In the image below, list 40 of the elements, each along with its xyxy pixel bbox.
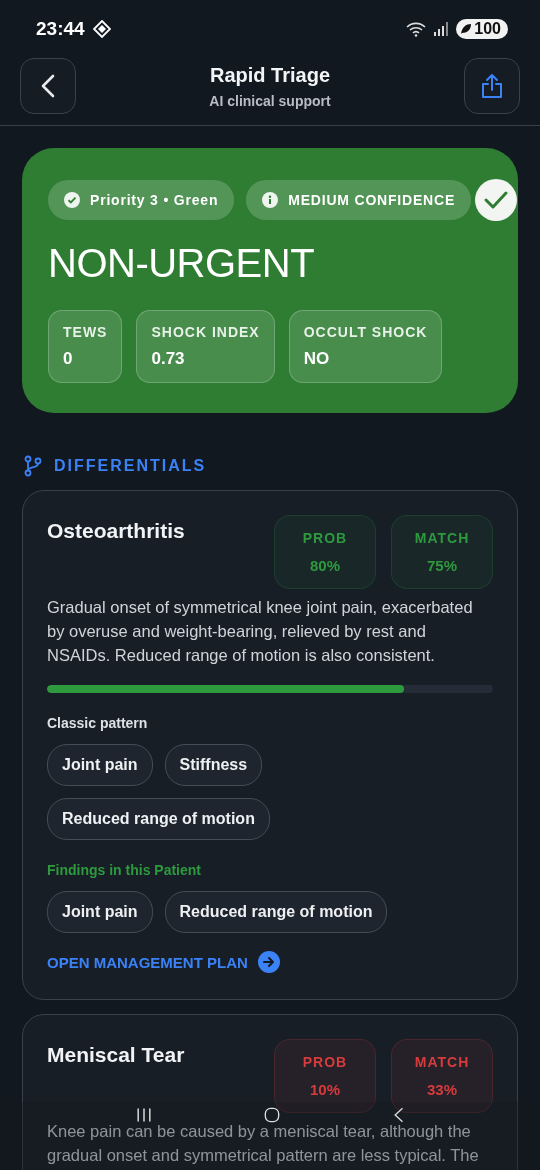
recent-apps-icon[interactable] — [136, 1107, 153, 1123]
status-time: 23:44 — [36, 18, 85, 40]
symptom-chip: Joint pain — [47, 744, 153, 786]
finding-chip: Joint pain — [47, 891, 153, 933]
metric-tile: OCCULT SHOCK NO — [288, 310, 443, 383]
back-icon[interactable] — [392, 1107, 404, 1123]
finding-chip: Reduced range of motion — [164, 891, 388, 933]
battery-indicator: 100 — [456, 19, 508, 39]
metric-tile: SHOCK INDEX 0.73 — [136, 310, 275, 383]
metric-tile: TEWS 0 — [48, 310, 123, 383]
info-icon — [262, 192, 279, 208]
confidence-badge: MEDIUM CONFIDENCE — [246, 180, 472, 220]
section-heading: DIFFERENTIALS — [54, 457, 207, 475]
section-label: Findings in this Patient — [47, 862, 202, 878]
diagnosis-name: Meniscal Tear — [47, 1043, 185, 1067]
home-icon[interactable] — [264, 1107, 281, 1123]
check-circle-icon — [64, 192, 80, 208]
branch-icon — [24, 455, 42, 477]
page-title: Rapid Triage — [209, 64, 330, 87]
probability-stat: PROB 80% — [274, 515, 376, 589]
description: Knee pain can be caused by a meniscal tear, although the gradual onset and symmetrical pattern are less typical. The — [47, 1121, 480, 1166]
grid-diamond-icon — [92, 20, 111, 38]
management-plan-link[interactable]: OPEN MANAGEMENT PLAN — [47, 951, 280, 973]
arrow-circle-icon — [257, 951, 280, 973]
description: Gradual onset of symmetrical knee joint pain, exacerbated by overuse and weight-bearing, relieved by rest and NSAIDs. Reduced range of motion is also consistent. — [47, 597, 474, 666]
share-button[interactable] — [464, 57, 520, 114]
wifi-icon — [406, 21, 427, 37]
triage-category: NON-URGENT — [48, 241, 316, 286]
back-button[interactable] — [20, 57, 76, 114]
section-label: Classic pattern — [47, 715, 149, 731]
page-subtitle: AI clinical support — [209, 93, 331, 109]
symptom-chip: Reduced range of motion — [47, 798, 270, 840]
leaf-icon — [460, 23, 473, 35]
diagnosis-name: Osteoarthritis — [47, 519, 185, 543]
chevron-left-icon — [41, 73, 55, 98]
priority-badge: Priority 3 • Green — [48, 180, 235, 220]
match-stat: MATCH 75% — [391, 515, 493, 589]
signal-icon — [434, 22, 449, 36]
share-icon — [481, 72, 503, 99]
symptom-chip: Stiffness — [164, 744, 263, 786]
